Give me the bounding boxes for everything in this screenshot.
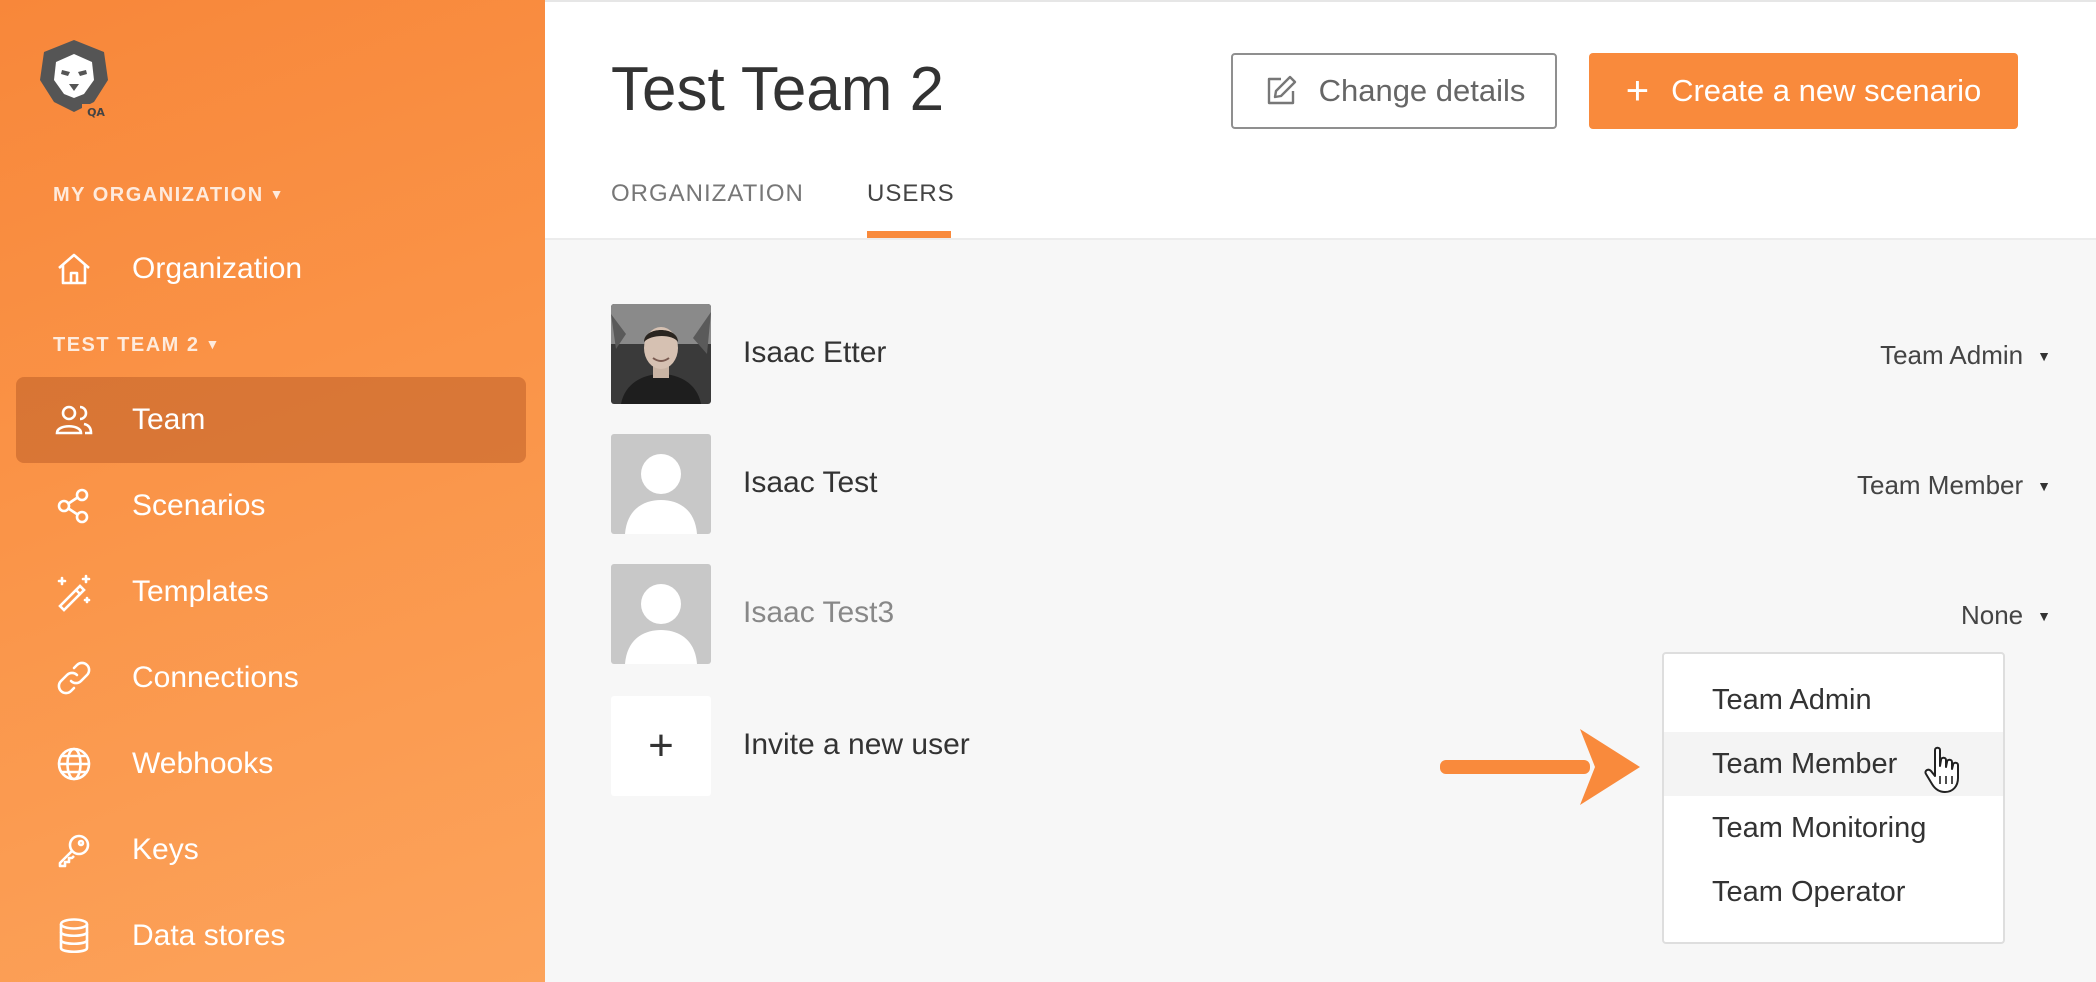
sidebar-item-label: Connections <box>132 661 299 694</box>
avatar-placeholder <box>611 434 711 534</box>
create-scenario-button[interactable]: + Create a new scenario <box>1589 53 2018 129</box>
plus-icon[interactable]: + <box>611 696 711 796</box>
role-value: Team Member <box>1856 470 2024 500</box>
sidebar: QA MY ORGANIZATION ▼ Organization TEST TE… <box>0 0 545 982</box>
role-value: None <box>1960 600 2024 630</box>
change-details-label: Change details <box>1318 73 1526 108</box>
create-scenario-label: Create a new scenario <box>1671 73 1982 108</box>
sidebar-item-scenarios[interactable]: Scenarios <box>16 463 526 549</box>
role-value: Team Admin <box>1880 340 2024 370</box>
qa-lion-logo[interactable]: QA <box>34 36 114 120</box>
role-dropdown[interactable]: None ▼ <box>1961 600 2051 631</box>
role-option-team-admin[interactable]: Team Admin <box>1664 668 2003 732</box>
tab-organization[interactable]: ORGANIZATION <box>611 180 804 208</box>
sidebar-item-webhooks[interactable]: Webhooks <box>16 721 526 807</box>
sidebar-item-label: Scenarios <box>132 489 266 522</box>
link-icon <box>52 656 96 700</box>
sidebar-item-label: Webhooks <box>132 747 274 780</box>
role-dropdown[interactable]: Team Member ▼ <box>1857 470 2051 501</box>
user-row: Isaac Test Team Member ▼ <box>611 434 2051 534</box>
caret-down-icon: ▼ <box>2037 477 2051 494</box>
sidebar-item-label: Data stores <box>132 919 286 952</box>
sidebar-item-label: Team <box>132 403 206 436</box>
magic-wand-icon <box>52 570 96 614</box>
sidebar-item-label: Keys <box>132 833 199 866</box>
team-section-toggle[interactable]: TEST TEAM 2 ▼ <box>53 334 221 357</box>
avatar-placeholder <box>611 564 711 664</box>
caret-down-icon: ▼ <box>205 336 221 352</box>
role-option-team-operator[interactable]: Team Operator <box>1664 860 2003 924</box>
edit-icon <box>1263 73 1319 109</box>
users-panel: Isaac Etter Team Admin ▼ Isaac Test Team … <box>545 238 2096 982</box>
user-name: Isaac Test3 <box>743 596 895 629</box>
sidebar-item-label: Organization <box>132 252 303 285</box>
globe-icon <box>52 742 96 786</box>
hand-pointer-icon <box>1923 746 1963 794</box>
user-row: Isaac Etter Team Admin ▼ <box>611 304 2051 404</box>
invite-user-label: Invite a new user <box>743 728 970 761</box>
role-dropdown-menu: Team Admin Team Member Team Monitoring T… <box>1662 652 2005 944</box>
role-option-team-monitoring[interactable]: Team Monitoring <box>1664 796 2003 860</box>
sidebar-item-templates[interactable]: Templates <box>16 549 526 635</box>
sidebar-item-keys[interactable]: Keys <box>16 807 526 893</box>
users-icon <box>52 398 96 442</box>
sidebar-item-team[interactable]: Team <box>16 377 526 463</box>
avatar <box>611 304 711 404</box>
tab-users[interactable]: USERS <box>867 180 955 208</box>
team-section-label: TEST TEAM 2 <box>53 334 200 356</box>
org-section-label: MY ORGANIZATION <box>53 184 264 206</box>
database-icon <box>52 914 96 958</box>
sidebar-item-data-stores[interactable]: Data stores <box>16 893 526 979</box>
user-name: Isaac Etter <box>743 336 887 369</box>
caret-down-icon: ▼ <box>2037 347 2051 364</box>
svg-text:QA: QA <box>87 106 105 119</box>
home-icon <box>52 247 96 291</box>
sidebar-item-label: Templates <box>132 575 269 608</box>
role-dropdown[interactable]: Team Admin ▼ <box>1880 340 2051 371</box>
plus-icon: + <box>1625 69 1650 113</box>
user-name: Isaac Test <box>743 466 878 499</box>
share-icon <box>52 484 96 528</box>
sidebar-item-organization[interactable]: Organization <box>16 226 526 312</box>
caret-down-icon: ▼ <box>269 186 286 202</box>
arrow-right-icon <box>1440 729 1640 805</box>
main-area: Test Team 2 Change details + Create a ne… <box>545 0 2096 982</box>
caret-down-icon: ▼ <box>2037 607 2051 624</box>
page-title: Test Team 2 <box>611 55 945 124</box>
page-header: Test Team 2 Change details + Create a ne… <box>545 0 2096 240</box>
org-section-toggle[interactable]: MY ORGANIZATION ▼ <box>53 184 285 207</box>
user-row: Isaac Test3 None ▼ <box>611 564 2051 664</box>
change-details-button[interactable]: Change details <box>1231 53 1557 129</box>
key-icon <box>52 828 96 872</box>
sidebar-item-connections[interactable]: Connections <box>16 635 526 721</box>
